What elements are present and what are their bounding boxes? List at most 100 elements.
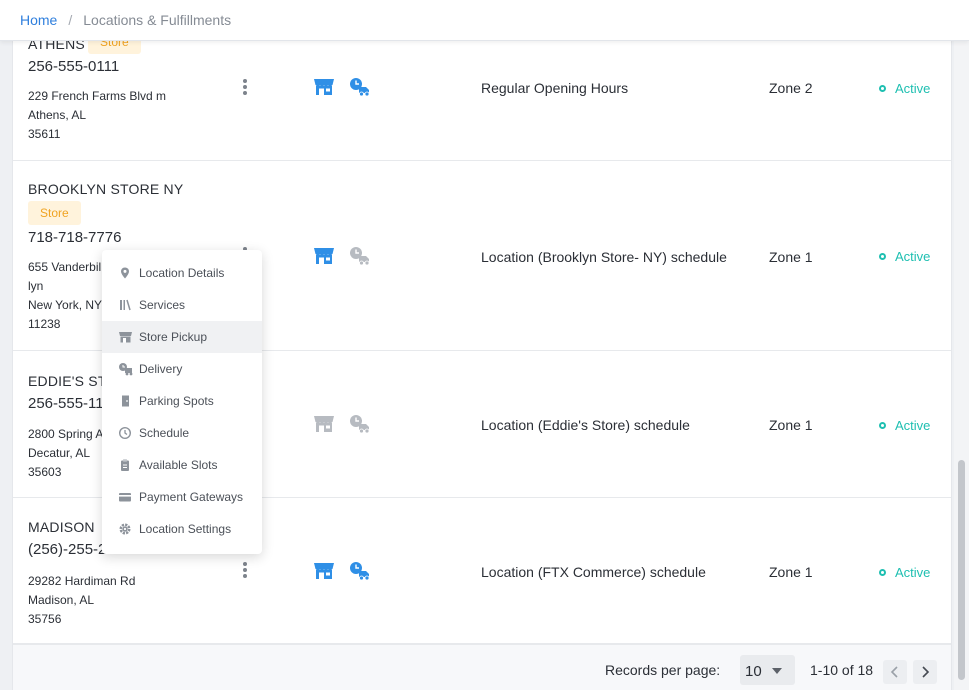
status-label: Active <box>895 565 931 580</box>
chevron-down-icon <box>772 668 782 674</box>
records-per-page-select[interactable]: 10 <box>740 655 795 685</box>
address-line: 229 French Farms Blvd m <box>28 89 167 103</box>
location-address: 29282 Hardiman Rd Madison, AL 35756 <box>28 572 135 629</box>
menu-item-label: Location Settings <box>139 522 232 536</box>
scrollbar-thumb[interactable] <box>958 460 965 680</box>
location-address: 2800 Spring A Decatur, AL 35603 <box>28 425 103 482</box>
row-actions-menu-button[interactable] <box>239 77 251 97</box>
next-page-button[interactable] <box>913 660 937 684</box>
menu-item-label: Available Slots <box>139 458 218 472</box>
breadcrumb-home-link[interactable]: Home <box>20 12 57 28</box>
address-line: 655 Vanderbil <box>28 260 102 274</box>
location-zone: Zone 1 <box>769 249 813 265</box>
row-actions-menu-button[interactable] <box>239 560 251 580</box>
previous-page-button[interactable] <box>883 660 907 684</box>
records-per-page-label: Records per page: <box>605 662 721 678</box>
address-line: 35611 <box>28 127 61 141</box>
status-label: Active <box>895 249 931 264</box>
location-zone: Zone 1 <box>769 417 813 433</box>
menu-item-delivery[interactable]: Delivery <box>102 353 262 385</box>
records-per-page-value: 10 <box>745 663 762 680</box>
breadcrumb-current: Locations & Fulfillments <box>83 12 232 28</box>
status-badge: Active <box>879 249 930 264</box>
menu-item-label: Location Details <box>139 266 225 280</box>
delivery-icon[interactable] <box>349 77 371 97</box>
menu-item-label: Schedule <box>139 426 190 440</box>
location-row: ATHENS Store 256-555-0111 229 French Far… <box>13 41 951 161</box>
address-line: 2800 Spring A <box>28 427 104 441</box>
menu-item-label: Delivery <box>139 362 183 376</box>
location-zone: Zone 1 <box>769 564 813 580</box>
parking-door-icon <box>118 394 132 408</box>
address-line: Athens, AL <box>28 108 87 122</box>
breadcrumb: Home / Locations & Fulfillments <box>0 0 969 41</box>
location-type-badge: Store <box>88 41 141 54</box>
address-line: Madison, AL <box>28 593 95 607</box>
status-dot-icon <box>879 85 886 92</box>
menu-item-schedule[interactable]: Schedule <box>102 417 262 449</box>
clock-icon <box>118 426 132 440</box>
location-schedule: Regular Opening Hours <box>481 80 629 96</box>
status-label: Active <box>895 81 931 96</box>
store-pickup-icon[interactable] <box>313 77 335 97</box>
location-address: 655 Vanderbil lyn New York, NY 11238 <box>28 258 102 334</box>
location-phone: 256-555-11 <box>28 395 104 412</box>
address-line: lyn <box>28 279 44 293</box>
store-pickup-icon[interactable] <box>313 561 335 581</box>
location-zone: Zone 2 <box>769 80 813 96</box>
menu-item-location-details[interactable]: Location Details <box>102 257 262 289</box>
address-line: Decatur, AL <box>28 446 91 460</box>
location-phone: 718-718-7776 <box>28 229 122 246</box>
menu-item-parking-spots[interactable]: Parking Spots <box>102 385 262 417</box>
location-type-badge: Store <box>28 201 81 225</box>
status-badge: Active <box>879 81 930 96</box>
address-line: 11238 <box>28 317 61 331</box>
menu-item-available-slots[interactable]: Available Slots <box>102 449 262 481</box>
delivery-icon[interactable] <box>349 414 371 434</box>
menu-item-label: Services <box>139 298 186 312</box>
breadcrumb-separator: / <box>68 12 73 28</box>
store-icon <box>118 330 132 344</box>
location-name: MADISON <box>28 519 95 535</box>
map-pin-icon <box>118 266 132 280</box>
store-pickup-icon[interactable] <box>313 246 335 266</box>
pagination-range: 1-10 of 18 <box>810 662 874 678</box>
menu-item-location-settings[interactable]: Location Settings <box>102 513 262 545</box>
store-pickup-icon[interactable] <box>313 414 335 434</box>
delivery-icon[interactable] <box>349 246 371 266</box>
chevron-left-icon <box>890 666 898 678</box>
address-line: 29282 Hardiman Rd <box>28 574 136 588</box>
address-line: New York, NY <box>28 298 103 312</box>
location-name: ATHENS <box>28 41 85 52</box>
status-badge: Active <box>879 418 930 433</box>
delivery-icon[interactable] <box>349 561 371 581</box>
status-dot-icon <box>879 569 886 576</box>
status-label: Active <box>895 418 931 433</box>
location-schedule: Location (FTX Commerce) schedule <box>481 564 706 580</box>
gear-icon <box>118 522 132 536</box>
location-phone: 256-555-0111 <box>28 58 120 75</box>
status-badge: Active <box>879 565 930 580</box>
menu-item-label: Payment Gateways <box>139 490 244 504</box>
location-schedule: Location (Brooklyn Store- NY) schedule <box>481 249 727 265</box>
status-dot-icon <box>879 422 886 429</box>
status-dot-icon <box>879 253 886 260</box>
location-phone: (256)-255-2 <box>28 541 107 558</box>
menu-item-label: Parking Spots <box>139 394 214 408</box>
location-schedule: Location (Eddie's Store) schedule <box>481 417 690 433</box>
menu-item-store-pickup[interactable]: Store Pickup <box>102 321 262 353</box>
pagination-bar: Records per page: 10 1-10 of 18 <box>13 644 951 690</box>
menu-item-label: Store Pickup <box>139 330 208 344</box>
credit-card-icon <box>118 490 132 504</box>
clipboard-icon <box>118 458 132 472</box>
menu-item-services[interactable]: Services <box>102 289 262 321</box>
delivery-truck-icon <box>118 362 133 376</box>
services-icon <box>118 298 132 312</box>
chevron-right-icon <box>922 666 930 678</box>
location-address: 229 French Farms Blvd m Athens, AL 35611 <box>28 87 166 144</box>
location-name: BROOKLYN STORE NY <box>28 181 184 197</box>
address-line: 35603 <box>28 465 62 479</box>
row-actions-menu: Location Details Services Store Pickup D… <box>102 250 262 554</box>
address-line: 35756 <box>28 612 62 626</box>
menu-item-payment-gateways[interactable]: Payment Gateways <box>102 481 262 513</box>
